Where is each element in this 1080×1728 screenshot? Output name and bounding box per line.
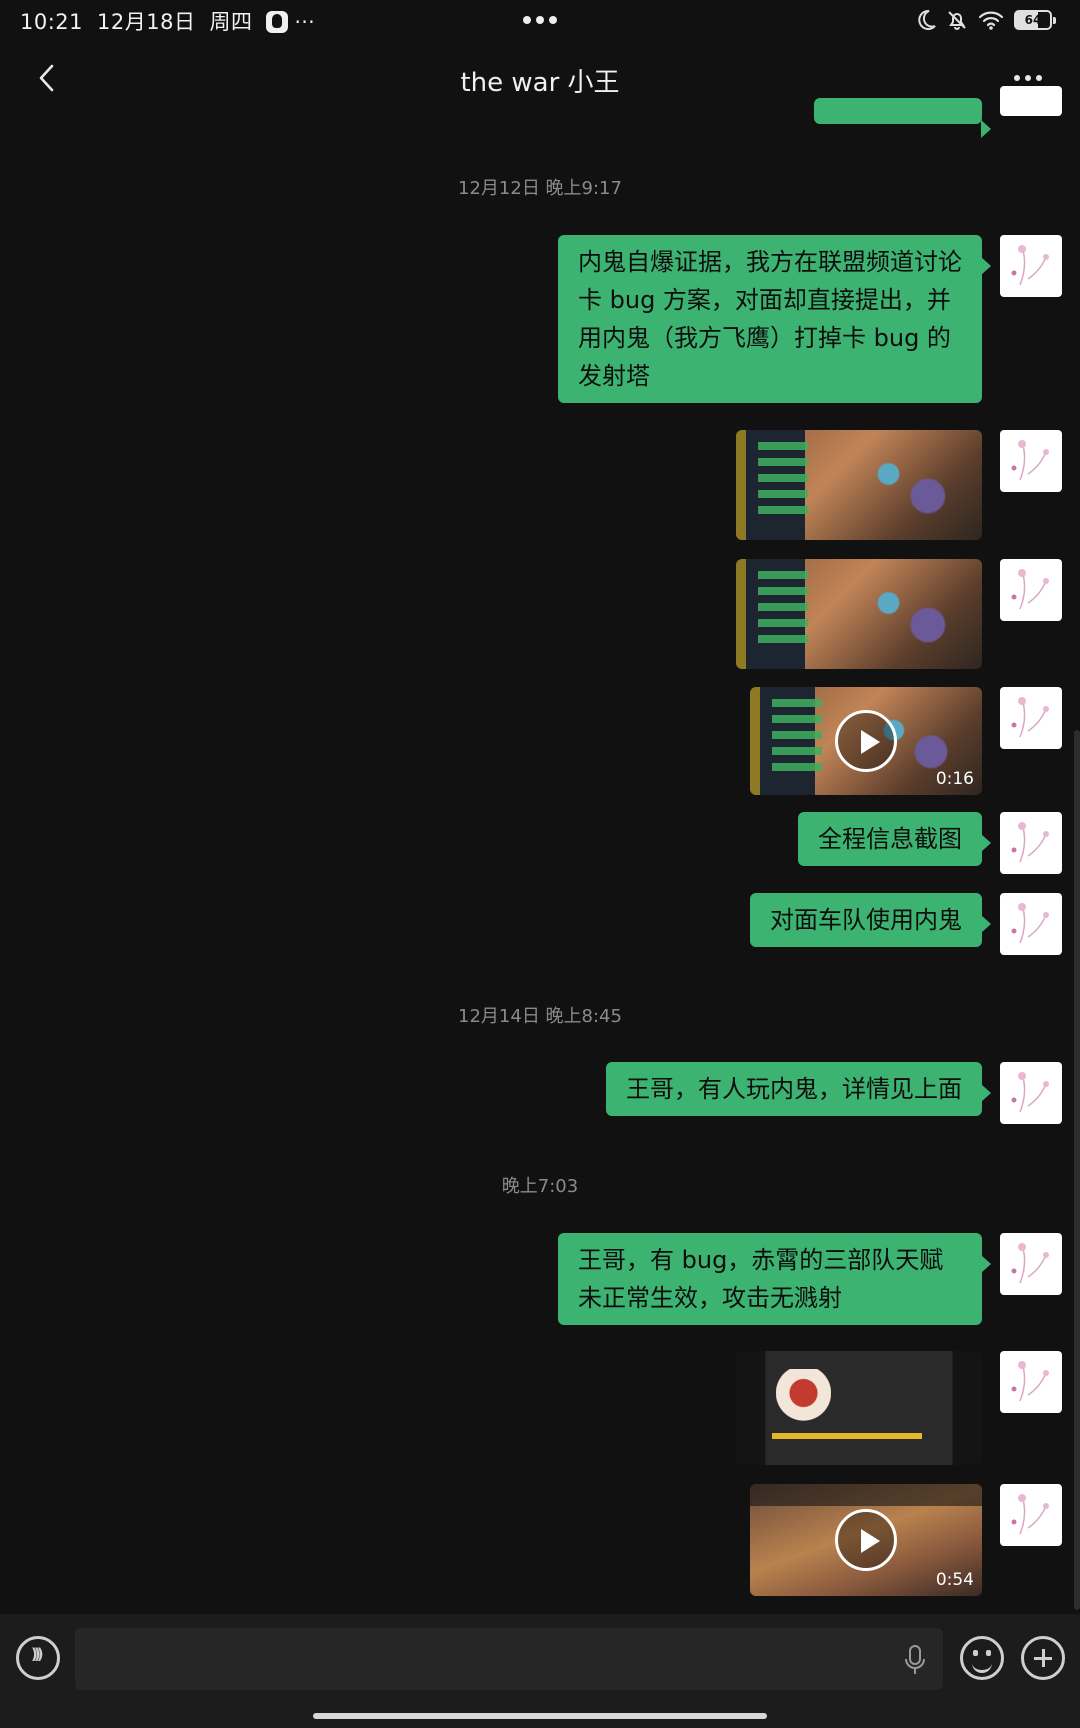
moon-icon bbox=[918, 9, 936, 30]
avatar[interactable] bbox=[1000, 687, 1062, 749]
plus-icon[interactable] bbox=[1021, 1636, 1065, 1680]
play-icon[interactable] bbox=[835, 710, 897, 772]
play-icon[interactable] bbox=[835, 1509, 897, 1571]
message-bubble[interactable]: 对面车队使用内鬼 bbox=[750, 893, 991, 947]
avatar[interactable] bbox=[1000, 812, 1062, 874]
avatar-flower-icon bbox=[1011, 1072, 1049, 1113]
chat-messages[interactable]: 12月12日 晚上9:17 内鬼自爆证据，我方在联盟频道讨论卡 bug 方案，对… bbox=[0, 86, 1080, 1614]
status-date: 12月18日 bbox=[97, 10, 196, 34]
avatar-flower-icon bbox=[1011, 569, 1049, 610]
scrollbar[interactable] bbox=[1074, 730, 1080, 1610]
image-message[interactable] bbox=[736, 559, 982, 669]
message-bubble[interactable]: 全程信息截图 bbox=[798, 812, 991, 866]
video-message[interactable]: 0:54 bbox=[750, 1484, 982, 1596]
message-input[interactable] bbox=[75, 1628, 943, 1690]
avatar[interactable] bbox=[1000, 559, 1062, 621]
avatar[interactable] bbox=[1000, 235, 1062, 297]
status-right: 64 bbox=[916, 9, 1056, 31]
avatar[interactable] bbox=[1000, 1233, 1062, 1295]
message-bubble-partial[interactable] bbox=[814, 98, 991, 138]
message-bubble[interactable]: 内鬼自爆证据，我方在联盟频道讨论卡 bug 方案，对面却直接提出，并用内鬼（我方… bbox=[558, 235, 991, 403]
chat-title: the war 小王 bbox=[460, 68, 620, 98]
status-time: 10:21 bbox=[20, 10, 84, 34]
status-more-dots: ··· bbox=[294, 10, 316, 34]
status-left: 10:21 12月18日 周四 ··· bbox=[20, 6, 329, 36]
status-weekday: 周四 bbox=[209, 10, 253, 34]
avatar-flower-icon bbox=[1011, 245, 1049, 286]
emoji-icon[interactable] bbox=[960, 1636, 1004, 1680]
avatar[interactable] bbox=[1000, 893, 1062, 955]
qq-icon bbox=[266, 11, 289, 33]
video-duration: 0:16 bbox=[935, 769, 974, 789]
home-indicator[interactable] bbox=[313, 1713, 767, 1719]
more-dots-icon bbox=[1014, 75, 1042, 81]
voice-icon[interactable] bbox=[16, 1636, 60, 1680]
timestamp: 晚上7:03 bbox=[501, 1176, 579, 1197]
avatar[interactable] bbox=[1000, 1484, 1062, 1546]
avatar-flower-icon bbox=[1011, 903, 1049, 944]
avatar[interactable] bbox=[1000, 1062, 1062, 1124]
battery-icon: 64 bbox=[1014, 10, 1056, 30]
image-message[interactable] bbox=[736, 1351, 982, 1465]
avatar-flower-icon bbox=[1011, 440, 1049, 481]
image-message[interactable] bbox=[736, 430, 982, 540]
avatar-flower-icon bbox=[1011, 1243, 1049, 1284]
timestamp: 12月14日 晚上8:45 bbox=[458, 1006, 622, 1027]
status-center-dots-icon bbox=[522, 10, 558, 29]
mic-icon[interactable] bbox=[904, 1644, 926, 1676]
avatar-flower-icon bbox=[1011, 1494, 1049, 1535]
video-message[interactable]: 0:16 bbox=[750, 687, 982, 795]
status-bar: 10:21 12月18日 周四 ··· 64 bbox=[0, 0, 1080, 42]
wifi-icon bbox=[978, 11, 1004, 30]
avatar[interactable] bbox=[1000, 430, 1062, 492]
avatar[interactable] bbox=[1000, 1351, 1062, 1413]
bell-off-icon bbox=[948, 11, 966, 30]
video-duration: 0:54 bbox=[935, 1570, 974, 1590]
message-bubble[interactable]: 王哥，有 bug，赤霄的三部队天赋未正常生效，攻击无溅射 bbox=[558, 1233, 991, 1325]
input-bar bbox=[0, 1614, 1080, 1728]
avatar[interactable] bbox=[1000, 86, 1062, 116]
timestamp: 12月12日 晚上9:17 bbox=[458, 178, 622, 199]
avatar-flower-icon bbox=[1011, 822, 1049, 863]
avatar-flower-icon bbox=[1011, 1361, 1049, 1402]
message-bubble[interactable]: 王哥，有人玩内鬼，详情见上面 bbox=[606, 1062, 991, 1116]
avatar-flower-icon bbox=[1011, 697, 1049, 738]
